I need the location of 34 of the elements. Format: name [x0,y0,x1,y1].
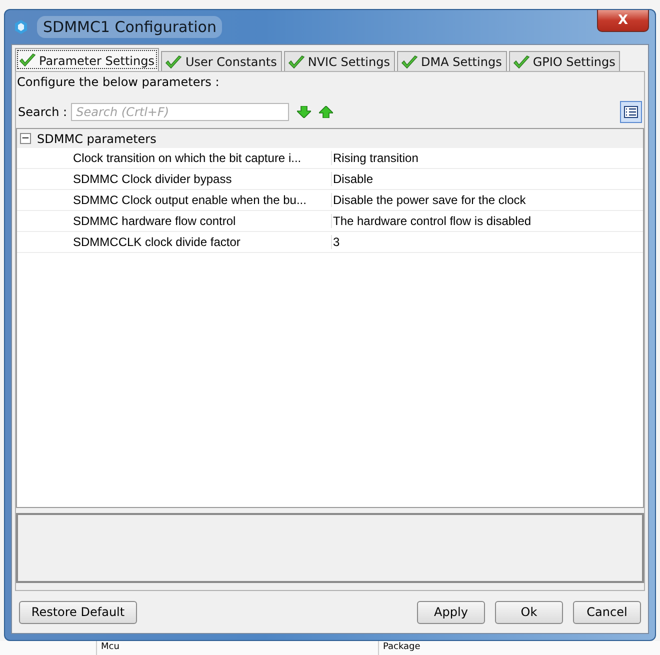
list-icon [624,106,638,118]
parameter-value[interactable]: The hardware control flow is disabled [331,214,532,228]
group-label: SDMMC parameters [37,132,156,146]
parameter-value[interactable]: Disable the power save for the clock [331,193,526,207]
parameter-value[interactable]: Disable [331,172,374,186]
parameter-value[interactable]: Rising transition [331,151,418,165]
window-title: SDMMC1 Configuration [37,16,222,38]
instruction-text: Configure the below parameters : [16,75,220,91]
search-field[interactable]: Search (Crtl+F) [71,103,290,121]
dialog-button[interactable]: Apply [417,600,485,624]
restore-default-button[interactable]: Restore Default [19,600,137,624]
dialog-button[interactable]: Cancel [573,600,641,624]
dialog-button[interactable]: Ok [495,600,563,624]
close-button[interactable]: X [597,10,649,32]
checkmark-icon [19,53,36,68]
tab[interactable]: User Constants [161,51,282,71]
tab[interactable]: GPIO Settings [508,51,620,71]
tab[interactable]: Parameter Settings [15,48,160,71]
parameter-name[interactable]: Clock transition on which the bit capture i... [73,151,331,165]
parameter-name[interactable]: SDMMC Clock divider bypass [73,172,331,186]
parameter-name[interactable]: SDMMCCLK clock divide factor [73,235,331,249]
tab[interactable]: DMA Settings [396,51,507,71]
search-label: Search : [18,105,68,119]
collapse-toggle[interactable]: − [20,133,31,144]
parameter-name[interactable]: SDMMC Clock output enable when the bu... [73,193,331,207]
column-header: Mcu [96,641,378,655]
list-view-button[interactable] [620,101,642,123]
parameter-value[interactable]: 3 [331,235,340,249]
down-arrow-icon[interactable] [297,106,312,118]
column-header: Package [378,641,660,655]
up-arrow-icon[interactable] [319,106,334,118]
tab[interactable]: NVIC Settings [284,51,395,71]
parameter-name[interactable]: SDMMC hardware flow control [73,214,331,228]
cube-icon [13,19,29,35]
